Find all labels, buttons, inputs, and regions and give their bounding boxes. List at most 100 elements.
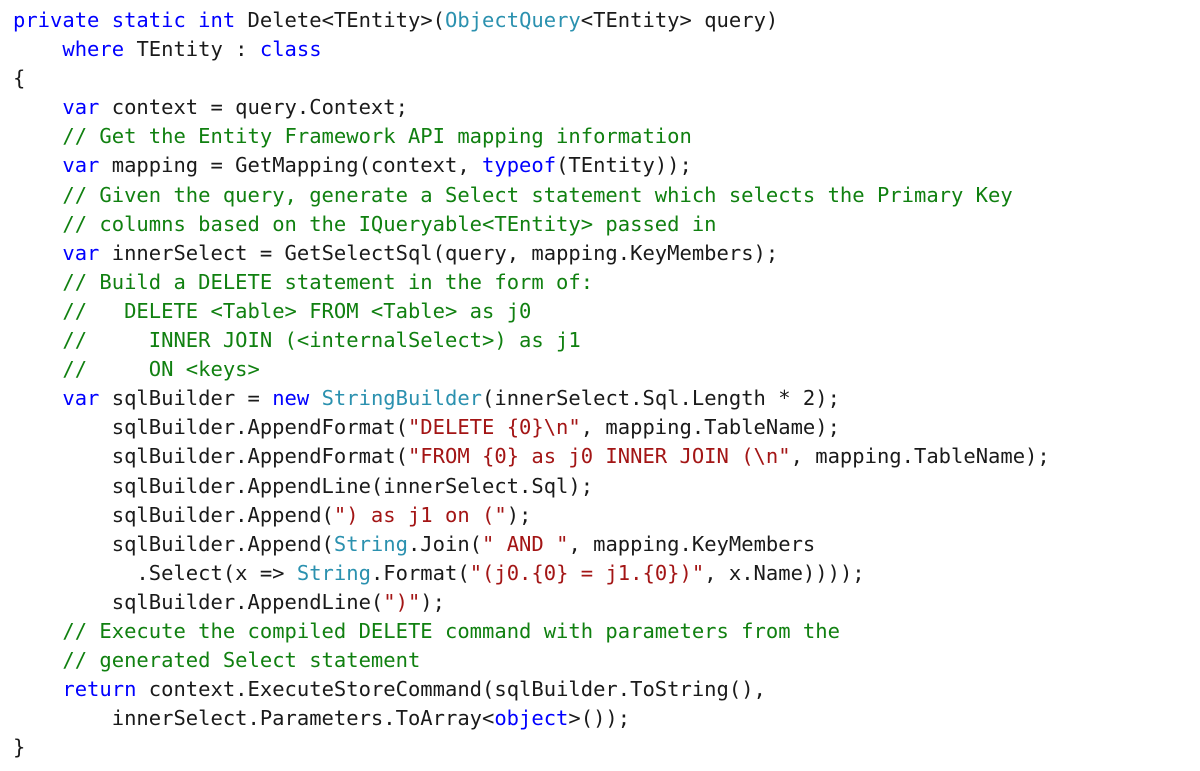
- code-token-plain: sqlBuilder.AppendLine(: [13, 590, 383, 614]
- code-token-plain: [13, 357, 62, 381]
- code-token-plain: sqlBuilder =: [112, 386, 272, 410]
- code-token-plain: {: [13, 66, 25, 90]
- code-token-string: " AND ": [482, 532, 568, 556]
- code-line: sqlBuilder.AppendFormat("FROM {0} as j0 …: [13, 442, 1050, 471]
- code-token-string: ")": [383, 590, 420, 614]
- code-line: where TEntity : class: [13, 35, 1050, 64]
- code-token-plain: [13, 153, 62, 177]
- code-token-keyword: typeof: [482, 153, 556, 177]
- code-token-plain: );: [507, 503, 532, 527]
- code-token-plain: , mapping.TableName);: [791, 444, 1050, 468]
- code-token-plain: .Join(: [408, 532, 482, 556]
- code-token-plain: context.ExecuteStoreCommand(sqlBuilder.T…: [149, 677, 766, 701]
- code-token-plain: , x.Name))));: [704, 561, 864, 585]
- code-token-keyword: var: [62, 153, 111, 177]
- code-line: sqlBuilder.AppendLine(innerSelect.Sql);: [13, 472, 1050, 501]
- code-token-plain: [13, 299, 62, 323]
- code-token-comment: // Get the Entity Framework API mapping …: [62, 124, 691, 148]
- code-line: // generated Select statement: [13, 646, 1050, 675]
- code-token-plain: [13, 241, 62, 265]
- code-token-comment: // Execute the compiled DELETE command w…: [62, 619, 840, 643]
- code-line: var context = query.Context;: [13, 93, 1050, 122]
- code-token-plain: [13, 270, 62, 294]
- code-token-plain: [13, 648, 62, 672]
- code-token-keyword: static: [112, 8, 198, 32]
- code-line: var sqlBuilder = new StringBuilder(inner…: [13, 384, 1050, 413]
- code-token-plain: (TEntity));: [556, 153, 692, 177]
- code-line: sqlBuilder.AppendFormat("DELETE {0}\n", …: [13, 413, 1050, 442]
- code-line: // INNER JOIN (<internalSelect>) as j1: [13, 326, 1050, 355]
- code-token-plain: .Select(x =>: [13, 561, 297, 585]
- code-token-plain: mapping = GetMapping(context,: [112, 153, 482, 177]
- code-token-comment: // Given the query, generate a Select st…: [62, 183, 1012, 207]
- code-line: {: [13, 64, 1050, 93]
- code-token-string: "FROM {0} as j0 INNER JOIN (\n": [408, 444, 791, 468]
- code-token-keyword: class: [260, 37, 322, 61]
- code-token-plain: [13, 37, 62, 61]
- code-token-type: StringBuilder: [322, 386, 482, 410]
- code-token-plain: [13, 328, 62, 352]
- code-line: // Execute the compiled DELETE command w…: [13, 617, 1050, 646]
- code-token-type: ObjectQuery: [445, 8, 581, 32]
- code-token-plain: >());: [568, 706, 630, 730]
- code-token-plain: [13, 619, 62, 643]
- code-line: }: [13, 733, 1050, 762]
- code-token-plain: [13, 386, 62, 410]
- code-token-plain: innerSelect = GetSelectSql(query, mappin…: [112, 241, 778, 265]
- code-line: var innerSelect = GetSelectSql(query, ma…: [13, 239, 1050, 268]
- code-token-comment: // Build a DELETE statement in the form …: [62, 270, 593, 294]
- code-line: var mapping = GetMapping(context, typeof…: [13, 151, 1050, 180]
- code-line: return context.ExecuteStoreCommand(sqlBu…: [13, 675, 1050, 704]
- code-token-comment: // ON <keys>: [62, 357, 259, 381]
- code-token-plain: innerSelect.Parameters.ToArray<: [13, 706, 494, 730]
- code-token-plain: }: [13, 735, 25, 759]
- code-token-plain: sqlBuilder.AppendFormat(: [13, 415, 408, 439]
- code-line: // Given the query, generate a Select st…: [13, 181, 1050, 210]
- code-line: // columns based on the IQueryable<TEnti…: [13, 210, 1050, 239]
- code-token-plain: <TEntity> query): [581, 8, 778, 32]
- code-token-plain: , mapping.TableName);: [581, 415, 840, 439]
- code-line: sqlBuilder.Append(") as j1 on (");: [13, 501, 1050, 530]
- code-token-string: "(j0.{0} = j1.{0})": [470, 561, 705, 585]
- code-token-type: String: [334, 532, 408, 556]
- code-token-keyword: var: [62, 95, 111, 119]
- code-token-type: String: [297, 561, 371, 585]
- code-token-plain: TEntity :: [136, 37, 259, 61]
- code-token-plain: );: [420, 590, 445, 614]
- code-line: private static int Delete<TEntity>(Objec…: [13, 6, 1050, 35]
- code-token-comment: // INNER JOIN (<internalSelect>) as j1: [62, 328, 580, 352]
- code-token-keyword: int: [198, 8, 247, 32]
- code-token-keyword: new: [272, 386, 321, 410]
- code-token-plain: [13, 183, 62, 207]
- code-token-plain: (innerSelect.Sql.Length * 2);: [482, 386, 840, 410]
- code-token-comment: // generated Select statement: [62, 648, 420, 672]
- code-line: // DELETE <Table> FROM <Table> as j0: [13, 297, 1050, 326]
- code-token-keyword: return: [62, 677, 148, 701]
- code-line: // ON <keys>: [13, 355, 1050, 384]
- code-line: innerSelect.Parameters.ToArray<object>()…: [13, 704, 1050, 733]
- code-token-keyword: var: [62, 241, 111, 265]
- code-line: .Select(x => String.Format("(j0.{0} = j1…: [13, 559, 1050, 588]
- code-token-plain: [13, 95, 62, 119]
- code-token-plain: sqlBuilder.AppendFormat(: [13, 444, 408, 468]
- code-token-plain: [13, 212, 62, 236]
- code-token-plain: Delete<TEntity>(: [248, 8, 445, 32]
- code-token-keyword: where: [62, 37, 136, 61]
- code-token-plain: , mapping.KeyMembers: [568, 532, 815, 556]
- code-token-comment: // DELETE <Table> FROM <Table> as j0: [62, 299, 531, 323]
- code-line: // Get the Entity Framework API mapping …: [13, 122, 1050, 151]
- code-snippet: private static int Delete<TEntity>(Objec…: [13, 6, 1050, 762]
- code-token-keyword: private: [13, 8, 112, 32]
- code-token-keyword: var: [62, 386, 111, 410]
- code-token-plain: [13, 677, 62, 701]
- code-token-plain: sqlBuilder.AppendLine(innerSelect.Sql);: [13, 474, 593, 498]
- code-line: sqlBuilder.AppendLine(")");: [13, 588, 1050, 617]
- code-token-string: "DELETE {0}\n": [408, 415, 581, 439]
- code-token-plain: sqlBuilder.Append(: [13, 532, 334, 556]
- code-line: // Build a DELETE statement in the form …: [13, 268, 1050, 297]
- code-token-plain: context = query.Context;: [112, 95, 408, 119]
- code-line: sqlBuilder.Append(String.Join(" AND ", m…: [13, 530, 1050, 559]
- code-token-plain: sqlBuilder.Append(: [13, 503, 334, 527]
- code-token-plain: [13, 124, 62, 148]
- code-token-keyword: object: [494, 706, 568, 730]
